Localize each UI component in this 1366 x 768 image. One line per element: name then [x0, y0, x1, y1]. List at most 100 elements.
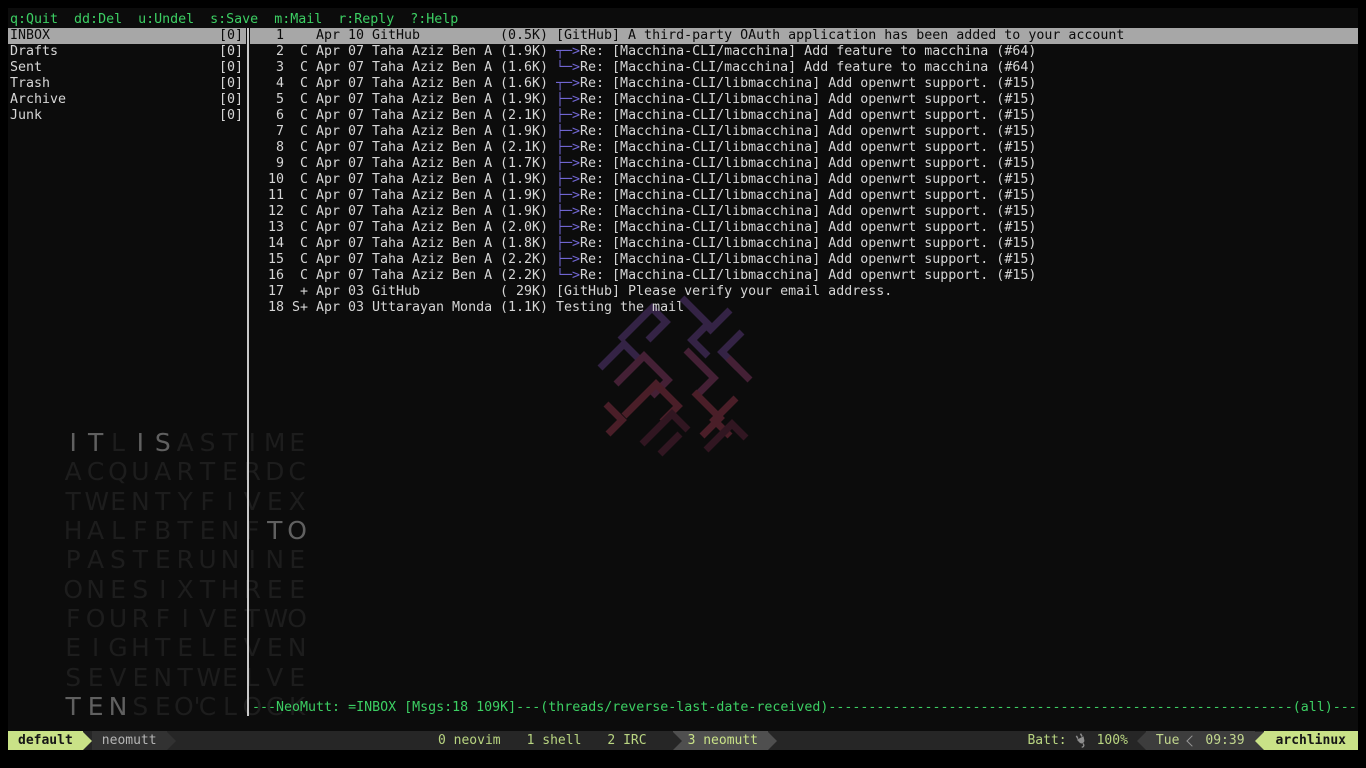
tmux-window[interactable]: 0 neovim — [438, 733, 501, 748]
mail-index: 7 — [252, 124, 284, 140]
mail-row[interactable]: 2CApr 07Taha Aziz Ben A(1.9K)┬─>Re: [Mac… — [250, 44, 1358, 60]
wordclock-letter: A — [84, 545, 106, 574]
sidebar-item-inbox[interactable]: INBOX[0] — [8, 28, 246, 44]
mail-index: 1 — [252, 28, 284, 44]
wordclock-row: PASTERUNINE — [62, 545, 308, 574]
wordclock-letter: I — [84, 633, 106, 662]
sidebar-item-junk[interactable]: Junk[0] — [8, 108, 246, 124]
wordclock-letter: I — [241, 545, 263, 574]
neomutt-status-line: ---NeoMutt: =INBOX [Msgs:18 109K]---(thr… — [252, 700, 1358, 716]
mail-index: 6 — [252, 108, 284, 124]
mail-row[interactable]: 17+Apr 03GitHub( 29K)[GitHub] Please ver… — [250, 284, 1358, 300]
wordclock-letter: I — [152, 575, 174, 604]
mail-subject-wrap: ├─>Re: [Macchina-CLI/libmacchina] Add op… — [556, 188, 1358, 204]
wordclock-letter: U — [107, 604, 129, 633]
mail-size: (1.9K) — [500, 172, 548, 188]
mail-row[interactable]: 8CApr 07Taha Aziz Ben A(2.1K)├─>Re: [Mac… — [250, 140, 1358, 156]
sidebar-item-trash[interactable]: Trash[0] — [8, 76, 246, 92]
mail-row[interactable]: 11CApr 07Taha Aziz Ben A(1.9K)├─>Re: [Ma… — [250, 188, 1358, 204]
wordclock-letter: S — [107, 545, 129, 574]
wordclock-letter: E — [264, 575, 286, 604]
mail-subject-wrap: [GitHub] Please verify your email addres… — [556, 284, 1358, 300]
mail-row[interactable]: 7CApr 07Taha Aziz Ben A(1.9K)├─>Re: [Mac… — [250, 124, 1358, 140]
sidebar-item-sent[interactable]: Sent[0] — [8, 60, 246, 76]
mailbox-count: [0] — [219, 28, 243, 44]
mail-sender: Taha Aziz Ben A — [372, 236, 492, 252]
thread-tree-icon: ├─> — [556, 188, 580, 203]
thread-tree-icon: ├─> — [556, 172, 580, 187]
wordclock-letter: F — [241, 516, 263, 545]
mail-flags: C — [292, 108, 308, 124]
mail-date: Apr 07 — [316, 252, 364, 268]
wordclock-letter: A — [62, 457, 84, 486]
sidebar-item-archive[interactable]: Archive[0] — [8, 92, 246, 108]
thread-tree-icon: ┬─> — [556, 76, 580, 91]
mailbox-count: [0] — [219, 76, 243, 92]
mailbox-sidebar: INBOX[0]Drafts[0]Sent[0]Trash[0]Archive[… — [8, 28, 246, 124]
mail-subject: Testing the mail — [556, 300, 684, 315]
wordclock-letter: E — [286, 663, 308, 692]
wordclock-letter: N — [219, 516, 241, 545]
mail-flags: C — [292, 44, 308, 60]
wordclock-letter: Q — [107, 457, 129, 486]
tmux-window-active[interactable]: 3 neomutt — [673, 731, 768, 750]
mailbox-count: [0] — [219, 92, 243, 108]
mail-row[interactable]: 13CApr 07Taha Aziz Ben A(2.0K)├─>Re: [Ma… — [250, 220, 1358, 236]
wordclock-letter: N — [84, 575, 106, 604]
wordclock-letter: T — [196, 575, 218, 604]
mail-row[interactable]: 3CApr 07Taha Aziz Ben A(1.6K)└─>Re: [Mac… — [250, 60, 1358, 76]
mail-row[interactable]: 1Apr 10GitHub(0.5K)[GitHub] A third-part… — [250, 28, 1358, 44]
mail-subject: Re: [Macchina-CLI/libmacchina] Add openw… — [580, 252, 1036, 267]
wordclock-letter: C — [286, 457, 308, 486]
mail-date: Apr 07 — [316, 44, 364, 60]
tmux-window[interactable]: 2 IRC — [607, 733, 646, 748]
mail-sender: Taha Aziz Ben A — [372, 172, 492, 188]
powerline-arrow-icon — [83, 732, 92, 750]
mail-subject-wrap: [GitHub] A third-party OAuth application… — [556, 28, 1358, 44]
mail-index: 15 — [252, 252, 284, 268]
mail-row[interactable]: 6CApr 07Taha Aziz Ben A(2.1K)├─>Re: [Mac… — [250, 108, 1358, 124]
mail-row[interactable]: 12CApr 07Taha Aziz Ben A(1.9K)├─>Re: [Ma… — [250, 204, 1358, 220]
tmux-hostname-segment: archlinux — [1264, 731, 1358, 750]
wordclock-letter: L — [107, 516, 129, 545]
wordclock-letter: N — [264, 545, 286, 574]
mail-size: (2.2K) — [500, 252, 548, 268]
wordclock-letter: T — [62, 487, 84, 516]
tmux-session-segment[interactable]: default — [8, 731, 83, 750]
mail-sender: Taha Aziz Ben A — [372, 44, 492, 60]
battery-percentage: 100% — [1097, 733, 1128, 748]
wordclock-letter: W — [196, 663, 218, 692]
wordclock-letter: H — [129, 633, 151, 662]
mail-row[interactable]: 14CApr 07Taha Aziz Ben A(1.8K)├─>Re: [Ma… — [250, 236, 1358, 252]
powerline-arrow-icon — [768, 732, 777, 750]
mail-size: (2.1K) — [500, 140, 548, 156]
wordclock-letter: T — [152, 487, 174, 516]
wordclock-letter: E — [62, 633, 84, 662]
clock-time: 09:39 — [1205, 733, 1244, 748]
mail-size: (1.9K) — [500, 44, 548, 60]
wordclock-letter: V — [107, 663, 129, 692]
mail-flags: C — [292, 140, 308, 156]
tmux-window[interactable]: 1 shell — [527, 733, 582, 748]
mail-subject: Re: [Macchina-CLI/libmacchina] Add openw… — [580, 108, 1036, 123]
mail-sender: Taha Aziz Ben A — [372, 204, 492, 220]
thread-tree-icon: ├─> — [556, 92, 580, 107]
mail-row[interactable]: 15CApr 07Taha Aziz Ben A(2.2K)├─>Re: [Ma… — [250, 252, 1358, 268]
mail-sender: Uttarayan Monda — [372, 300, 492, 316]
wordclock-row: SEVENTWELVE — [62, 662, 308, 691]
mail-row[interactable]: 5CApr 07Taha Aziz Ben A(1.9K)├─>Re: [Mac… — [250, 92, 1358, 108]
mail-row[interactable]: 18S+Apr 03Uttarayan Monda(1.1K)Testing t… — [250, 300, 1358, 316]
mail-subject: Re: [Macchina-CLI/libmacchina] Add openw… — [580, 124, 1036, 139]
mail-row[interactable]: 10CApr 07Taha Aziz Ben A(1.9K)├─>Re: [Ma… — [250, 172, 1358, 188]
wordclock-row: FOURFIVETWO — [62, 604, 308, 633]
wordclock-letter: T — [84, 428, 106, 457]
sidebar-item-drafts[interactable]: Drafts[0] — [8, 44, 246, 60]
wordclock-letter: E — [219, 604, 241, 633]
wordclock-letter: A — [152, 457, 174, 486]
mail-subject-wrap: ├─>Re: [Macchina-CLI/libmacchina] Add op… — [556, 204, 1358, 220]
mail-row[interactable]: 16CApr 07Taha Aziz Ben A(2.2K)└─>Re: [Ma… — [250, 268, 1358, 284]
mail-row[interactable]: 9CApr 07Taha Aziz Ben A(1.7K)├─>Re: [Mac… — [250, 156, 1358, 172]
mail-date: Apr 07 — [316, 60, 364, 76]
mail-row[interactable]: 4CApr 07Taha Aziz Ben A(1.6K)┬─>Re: [Mac… — [250, 76, 1358, 92]
powerline-arrow-icon — [673, 732, 682, 750]
